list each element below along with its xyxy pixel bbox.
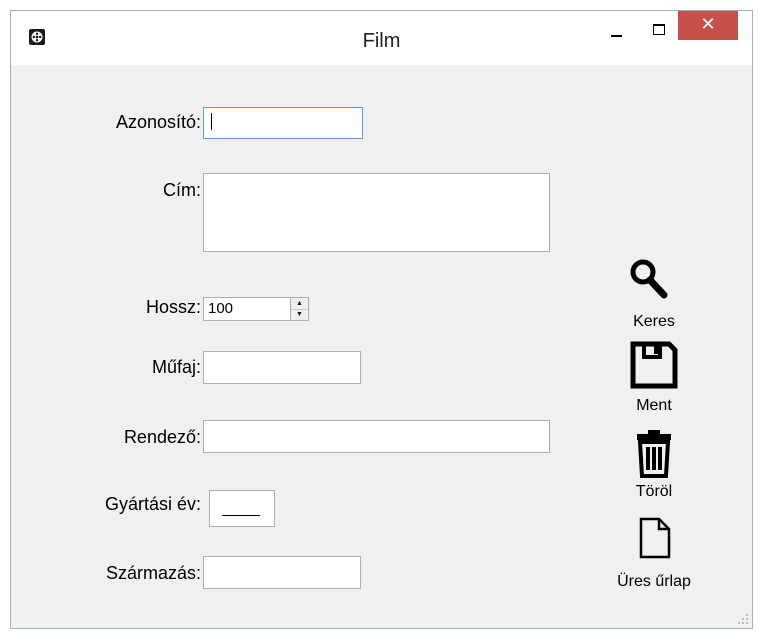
gyartasi-ev-input[interactable] <box>209 490 275 527</box>
szarmazas-input[interactable] <box>203 556 361 589</box>
maximize-button[interactable] <box>637 11 677 41</box>
blank-document-icon <box>639 517 671 559</box>
close-icon: ✕ <box>700 14 716 35</box>
hossz-label: Hossz: <box>145 297 201 317</box>
cim-label: Cím: <box>163 180 201 200</box>
gyartasi-ev-label: Gyártási év: <box>104 494 201 514</box>
ures-urlap-button[interactable]: Üres űrlap <box>594 513 714 599</box>
spin-down-button[interactable]: ▼ <box>291 309 308 320</box>
minimize-button[interactable] <box>595 11 635 41</box>
title-bar[interactable]: Film ✕ <box>11 11 752 65</box>
torol-label: Töröl <box>635 483 673 500</box>
text-caret <box>211 113 212 130</box>
magnifier-icon <box>630 259 668 299</box>
rendezo-input[interactable] <box>203 420 550 453</box>
azonosito-label: Azonosító: <box>115 112 201 132</box>
floppy-disk-icon <box>630 341 678 389</box>
hossz-value: 100 <box>208 300 234 317</box>
cim-textarea[interactable] <box>203 173 550 252</box>
keres-label: Keres <box>633 313 675 330</box>
minimize-icon <box>611 35 622 37</box>
azonosito-input[interactable] <box>203 107 363 139</box>
mufaj-input[interactable] <box>203 351 361 384</box>
trash-can-icon <box>637 430 671 478</box>
resize-grip[interactable] <box>738 614 748 624</box>
ment-button[interactable]: Ment <box>604 337 704 421</box>
szarmazas-label: Származás: <box>105 563 201 583</box>
ures-urlap-label: Üres űrlap <box>617 573 691 590</box>
maximize-icon <box>653 24 665 35</box>
mufaj-label: Műfaj: <box>151 357 201 377</box>
film-window: Film ✕ Azonosító: Cím: Hossz: 100 ▲ ▼ Mű… <box>10 10 753 629</box>
year-placeholder-line <box>222 515 260 516</box>
hossz-spin-buttons: ▲ ▼ <box>290 297 309 321</box>
torol-button[interactable]: Töröl <box>604 421 704 507</box>
rendezo-label: Rendező: <box>123 427 201 447</box>
hossz-stepper[interactable]: 100 <box>203 297 292 321</box>
keres-button[interactable]: Keres <box>604 251 704 337</box>
close-button[interactable]: ✕ <box>678 11 738 40</box>
ment-label: Ment <box>636 397 672 414</box>
